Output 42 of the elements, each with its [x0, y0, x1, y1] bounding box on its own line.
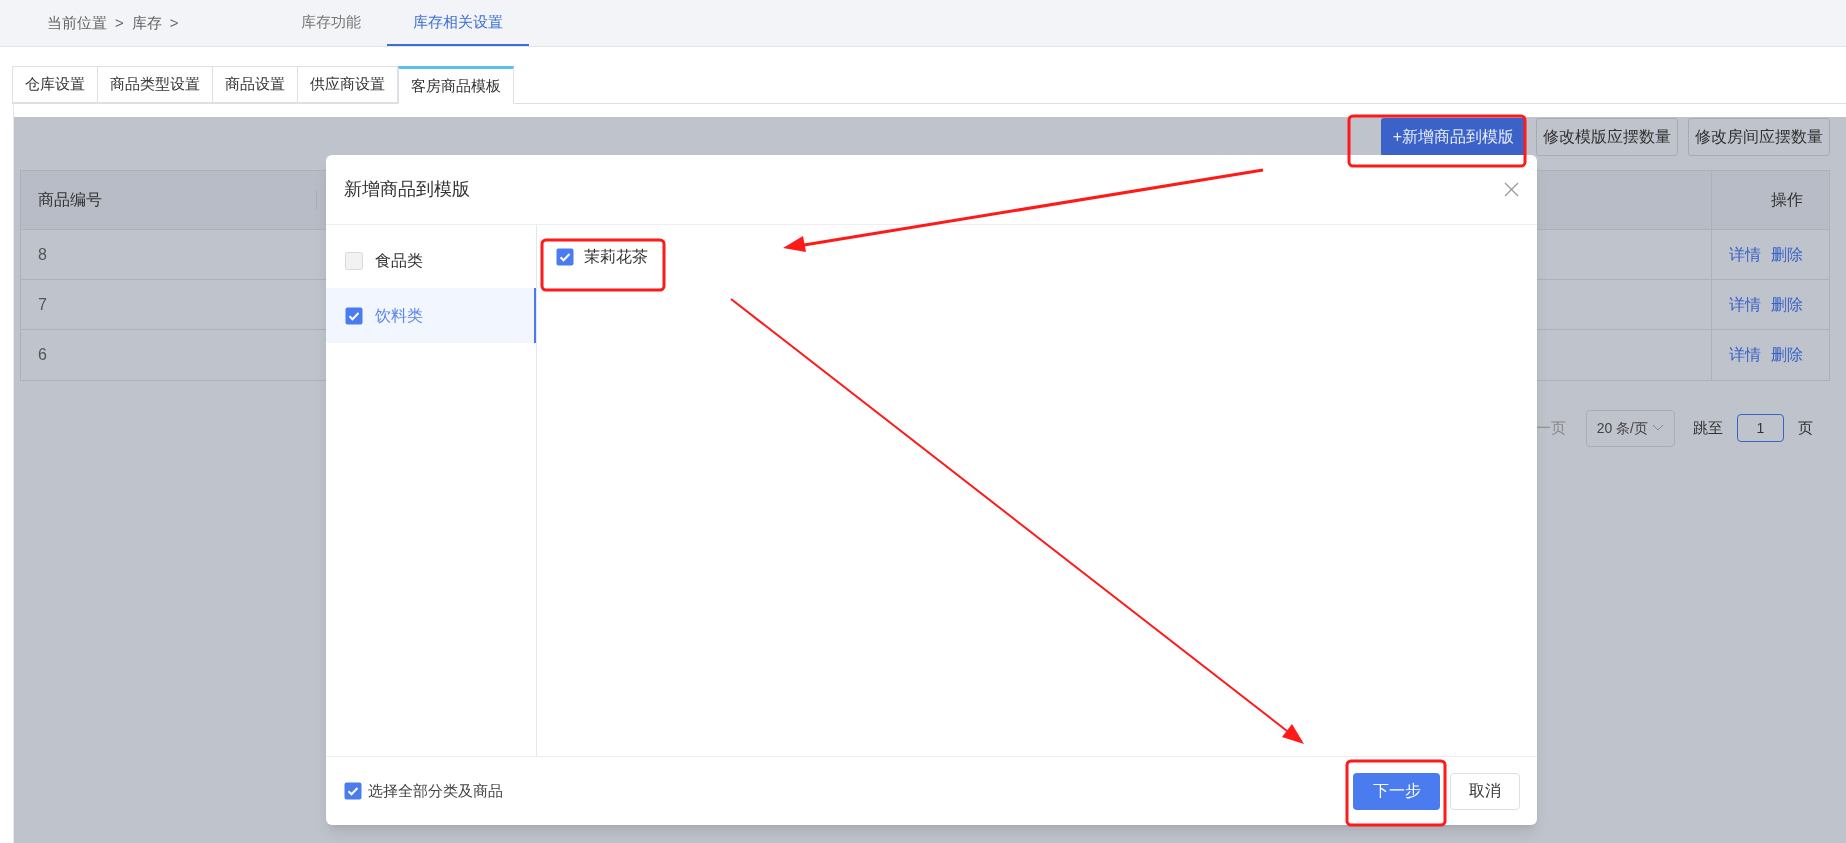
action-link[interactable]: 详情 [1729, 292, 1761, 317]
toolbar-button[interactable]: +新增商品到模版 [1380, 118, 1526, 156]
dialog-title: 新增商品到模版 [344, 178, 470, 201]
close-icon[interactable] [1504, 182, 1519, 197]
checkbox[interactable] [345, 306, 363, 325]
nav-tab[interactable]: 库存相关设置 [387, 0, 529, 46]
breadcrumb-separator: > [115, 12, 124, 33]
action-link[interactable]: 删除 [1771, 343, 1803, 367]
breadcrumb-item: 库存 [131, 12, 162, 33]
action-link[interactable]: 详情 [1729, 242, 1761, 267]
chevron-down-icon [1652, 424, 1664, 432]
checkbox[interactable] [345, 251, 363, 270]
jump-label: 跳至 [1693, 417, 1723, 438]
breadcrumb-separator: > [169, 12, 179, 33]
select-all-option[interactable]: 选择全部分类及商品 [344, 779, 503, 803]
table-cell-text: 7 [37, 294, 48, 315]
toolbar-button[interactable]: 修改房间应摆数量 [1688, 118, 1830, 156]
product-option[interactable]: 茉莉花茶 [556, 242, 1537, 272]
tab[interactable]: 商品类型设置 [98, 66, 213, 103]
dialog-button[interactable]: 下一步 [1353, 772, 1440, 810]
tab[interactable]: 仓库设置 [12, 66, 98, 103]
table-cell-text: 8 [37, 244, 48, 265]
checkbox[interactable] [344, 782, 362, 800]
category-item[interactable]: 饮料类 [326, 288, 536, 343]
column-header: 商品编号 [21, 190, 317, 210]
column-header: 操作 [1711, 171, 1829, 229]
dialog-button[interactable]: 取消 [1450, 772, 1520, 810]
checkbox[interactable] [556, 248, 574, 266]
tab[interactable]: 供应商设置 [298, 66, 398, 103]
category-item[interactable]: 食品类 [326, 233, 536, 288]
action-link[interactable]: 删除 [1771, 242, 1803, 267]
breadcrumb-item: 当前位置 [47, 12, 107, 33]
page-input[interactable]: 1 [1737, 414, 1784, 442]
action-link[interactable]: 详情 [1729, 343, 1761, 367]
table-cell-text: 6 [37, 345, 48, 365]
page-suffix: 页 [1798, 417, 1813, 438]
nav-tab[interactable]: 库存功能 [275, 0, 387, 46]
page-size-select[interactable]: 20 条/页 [1585, 409, 1675, 447]
tab[interactable]: 客房商品模板 [398, 66, 514, 104]
action-link[interactable]: 删除 [1771, 292, 1803, 317]
toolbar-button[interactable]: 修改模版应摆数量 [1536, 118, 1678, 156]
tab[interactable]: 商品设置 [213, 66, 298, 103]
